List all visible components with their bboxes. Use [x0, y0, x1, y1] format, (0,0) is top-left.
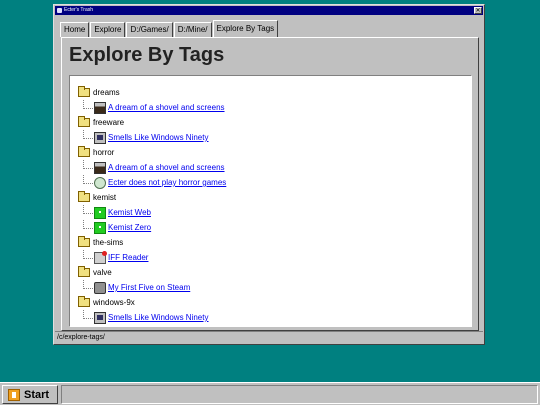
folder-icon — [78, 86, 90, 97]
task-area — [61, 385, 538, 404]
app-icon — [57, 8, 62, 13]
tag-folder[interactable]: windows-9x — [78, 295, 471, 310]
kemist-icon — [94, 221, 106, 234]
tag-label: horror — [93, 148, 115, 157]
tree-item: A dream of a shovel and screens — [78, 160, 471, 175]
main-window: Ecter's Trash ✕ Home Explore D:/Games/ D… — [53, 4, 485, 345]
tag-folder[interactable]: freeware — [78, 115, 471, 130]
folder-icon — [78, 146, 90, 157]
item-link[interactable]: A dream of a shovel and screens — [108, 103, 225, 112]
tag-folder[interactable]: dreams — [78, 85, 471, 100]
tree-item: Smells Like Windows Ninety — [78, 130, 471, 145]
window-title: Ecter's Trash — [64, 7, 94, 13]
item-link[interactable]: Kemist Zero — [108, 223, 151, 232]
tag-label: windows-9x — [93, 298, 135, 307]
start-button[interactable]: Start — [2, 385, 58, 404]
tab-explore[interactable]: Explore — [90, 22, 126, 37]
item-link[interactable]: IFF Reader — [108, 253, 148, 262]
tag-folder[interactable]: the-sims — [78, 235, 471, 250]
tree-item: My First Five on Steam — [78, 280, 471, 295]
folder-icon — [78, 296, 90, 307]
tree-item: A dream of a shovel and screens — [78, 100, 471, 115]
tab-bar: Home Explore D:/Games/ D:/Mine/ Explore … — [60, 19, 279, 38]
steam-icon — [94, 281, 106, 294]
tree-item: Kemist Web — [78, 205, 471, 220]
start-icon — [8, 388, 20, 401]
item-link[interactable]: Kemist Web — [108, 208, 151, 217]
folder-icon — [78, 266, 90, 277]
taskbar: Start — [0, 382, 540, 405]
horror-icon — [94, 176, 106, 189]
tag-tree: dreams A dream of a shovel and screens fre… — [69, 75, 472, 327]
tag-folder[interactable]: kemist — [78, 190, 471, 205]
tag-label: freeware — [93, 118, 125, 127]
tag-label: the-sims — [93, 238, 124, 247]
item-link[interactable]: My First Five on Steam — [108, 283, 190, 292]
tree-item: Smells Like Windows Ninety — [78, 310, 471, 325]
iff-icon — [94, 250, 107, 264]
item-link[interactable]: Smells Like Windows Ninety — [108, 313, 208, 322]
folder-icon — [78, 116, 90, 127]
tag-folder[interactable]: horror — [78, 145, 471, 160]
tag-label: dreams — [93, 88, 120, 97]
tag-label: valve — [93, 268, 112, 277]
tree-item: Ecter does not play horror games — [78, 175, 471, 190]
folder-icon — [78, 191, 90, 202]
tag-label: kemist — [93, 193, 117, 202]
computer-icon — [94, 131, 106, 144]
item-link[interactable]: Smells Like Windows Ninety — [108, 133, 208, 142]
tab-d-games[interactable]: D:/Games/ — [126, 22, 173, 37]
shovel-icon — [94, 101, 106, 114]
tab-d-mine[interactable]: D:/Mine/ — [173, 22, 212, 37]
tree-item: Kemist Zero — [78, 220, 471, 235]
tab-home[interactable]: Home — [60, 22, 90, 37]
tree-item: IFF Reader — [78, 250, 471, 265]
folder-icon — [78, 236, 90, 247]
page-title: Explore By Tags — [69, 44, 225, 66]
kemist-icon — [94, 206, 106, 219]
item-link[interactable]: A dream of a shovel and screens — [108, 163, 225, 172]
close-button[interactable]: ✕ — [474, 7, 482, 14]
computer-icon — [94, 311, 106, 324]
tab-explore-by-tags[interactable]: Explore By Tags — [212, 20, 279, 38]
item-link[interactable]: Ecter does not play horror games — [108, 178, 226, 187]
shovel-icon — [94, 161, 106, 174]
tag-folder[interactable]: valve — [78, 265, 471, 280]
title-bar[interactable]: Ecter's Trash ✕ — [55, 6, 483, 15]
start-label: Start — [24, 388, 50, 401]
content-panel: Explore By Tags dreams A dream of a shove… — [61, 37, 479, 331]
status-bar: /c/explore-tags/ — [55, 331, 483, 343]
